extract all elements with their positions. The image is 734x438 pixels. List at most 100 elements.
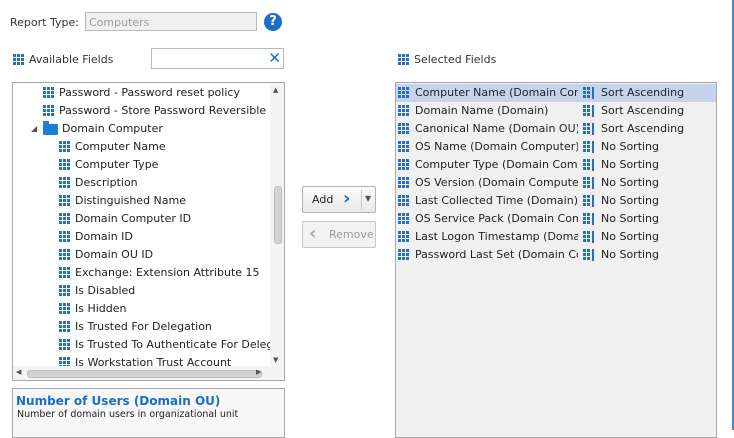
tree-item-label: Is Disabled [75,284,136,297]
clear-search-icon[interactable]: ✕ [268,49,281,68]
selected-field-label: OS Service Pack (Domain Computer) [415,212,578,225]
available-fields-tree[interactable]: Password - Password reset policy Password… [12,82,285,381]
tree-item[interactable]: Is Trusted For Delegation [59,318,270,336]
field-grid-icon [59,195,71,207]
tree-item[interactable]: Is Trusted To Authenticate For Delegatio… [59,336,270,354]
selected-field-row[interactable]: OS Service Pack (Domain Computer) No Sort… [396,210,716,228]
field-grid-icon [59,213,71,225]
sort-order-cell[interactable]: No Sorting [583,246,659,264]
tree-item[interactable]: Domain ID [59,228,270,246]
selected-field-row[interactable]: OS Name (Domain Computer) No Sorting [396,138,716,156]
selected-field-cell: OS Version (Domain Computer) [398,174,578,192]
sort-order-cell[interactable]: No Sorting [583,174,659,192]
tree-item[interactable]: Is Hidden [59,300,270,318]
sort-icon [583,177,595,189]
tree-vertical-scrollbar[interactable]: ▲ ▼ [270,83,284,367]
tree-item-label: Computer Type [75,158,159,171]
tree-item[interactable]: Domain Computer ID [59,210,270,228]
sort-order-label: No Sorting [601,194,660,207]
sort-order-cell[interactable]: No Sorting [583,156,659,174]
tree-item[interactable]: Exchange: Extension Attribute 15 [59,264,270,282]
sort-icon [583,123,595,135]
remove-button-label: Remove [329,228,374,241]
field-grid-icon [59,285,71,297]
field-grid-icon [59,141,71,153]
field-description-panel: Number of Users (Domain OU) Number of do… [12,388,285,438]
selected-field-row[interactable]: Last Collected Time (Domain) No Sorting [396,192,716,210]
field-grid-icon [398,177,410,189]
tree-item-label: Domain OU ID [75,248,154,261]
field-grid-icon [398,213,410,225]
tree-item-label: Exchange: Extension Attribute 15 [75,266,260,279]
tree-item[interactable]: Is Disabled [59,282,270,300]
remove-button[interactable]: ‹ Remove [302,221,376,248]
selected-fields-list[interactable]: Computer Name (Domain Computer) Sort Asce… [395,82,717,438]
scroll-left-icon[interactable]: ◀ [16,368,21,376]
selected-field-row[interactable]: Computer Name (Domain Computer) Sort Asce… [396,84,716,102]
help-icon[interactable]: ? [264,13,282,31]
collapse-arrow-icon[interactable]: ◢ [31,120,39,138]
tree-item-label: Password - Store Password Reversible Enc… [59,104,270,117]
tree-item-label: Is Hidden [75,302,127,315]
description-title: Number of Users (Domain OU) [16,394,221,408]
sort-icon [583,249,595,261]
tree-item[interactable]: Computer Name [59,138,270,156]
field-grid-icon [59,177,71,189]
field-grid-icon [398,159,410,171]
report-type-label: Report Type: [10,16,79,29]
scroll-thumb[interactable] [274,186,282,244]
selected-field-row[interactable]: OS Version (Domain Computer) No Sorting [396,174,716,192]
selected-field-label: Password Last Set (Domain Computer) [415,248,578,261]
sort-order-cell[interactable]: No Sorting [583,228,659,246]
selected-field-row[interactable]: Canonical Name (Domain OU) Sort Ascending [396,120,716,138]
sort-order-cell[interactable]: Sort Ascending [583,102,684,120]
field-search-box[interactable]: ✕ [151,48,284,69]
tree-item[interactable]: Distinguished Name [59,192,270,210]
sort-icon [583,87,595,99]
add-button-label: Add [312,193,334,206]
sort-order-label: No Sorting [601,248,660,261]
sort-order-cell[interactable]: No Sorting [583,210,659,228]
sort-order-cell[interactable]: No Sorting [583,192,659,210]
field-grid-icon [398,141,410,153]
field-grid-icon [43,87,55,99]
dropdown-arrow-icon[interactable]: ▼ [365,194,371,203]
selected-field-label: Last Logon Timestamp (Domain Computer) [415,230,578,243]
field-grid-icon [59,249,71,261]
sort-order-cell[interactable]: No Sorting [583,138,659,156]
tree-horizontal-scrollbar[interactable]: ◀ ▶ [13,366,284,380]
sort-order-label: No Sorting [601,140,660,153]
sort-order-cell[interactable]: Sort Ascending [583,84,684,102]
tree-item-label: Distinguished Name [75,194,187,207]
sort-order-cell[interactable]: Sort Ascending [583,120,684,138]
tree-folder[interactable]: ◢ Domain Computer [31,120,270,138]
add-button[interactable]: Add › ▼ [302,186,376,213]
selected-fields-header: Selected Fields [398,53,496,66]
field-grid-icon [59,339,71,351]
selected-field-row[interactable]: Last Logon Timestamp (Domain Computer) No… [396,228,716,246]
tree-item[interactable]: Password - Password reset policy [43,84,270,102]
report-type-field[interactable]: Computers [85,12,257,31]
tree-item[interactable]: Domain OU ID [59,246,270,264]
selected-fields-label: Selected Fields [414,53,497,66]
scroll-up-icon[interactable]: ▲ [273,86,278,94]
sort-icon [583,231,595,243]
fields-grid-icon [13,53,25,66]
sort-order-label: Sort Ascending [601,104,685,117]
tree-item[interactable]: Computer Type [59,156,270,174]
selected-field-row[interactable]: Domain Name (Domain) Sort Ascending [396,102,716,120]
field-search-input[interactable] [155,50,269,69]
scroll-down-icon[interactable]: ▼ [273,356,278,364]
tree-item[interactable]: Description [59,174,270,192]
field-grid-icon [59,159,71,171]
selected-field-label: Canonical Name (Domain OU) [415,122,578,135]
available-fields-header: Available Fields [13,53,113,66]
sort-icon [583,105,595,117]
sort-icon [583,195,595,207]
selected-field-row[interactable]: Password Last Set (Domain Computer) No So… [396,246,716,264]
tree-item[interactable]: Password - Store Password Reversible Enc… [43,102,270,120]
add-button-separator [361,190,362,209]
scroll-right-icon[interactable]: ▶ [256,368,261,376]
hscroll-thumb[interactable] [27,370,262,378]
selected-field-row[interactable]: Computer Type (Domain Computer) No Sortin… [396,156,716,174]
